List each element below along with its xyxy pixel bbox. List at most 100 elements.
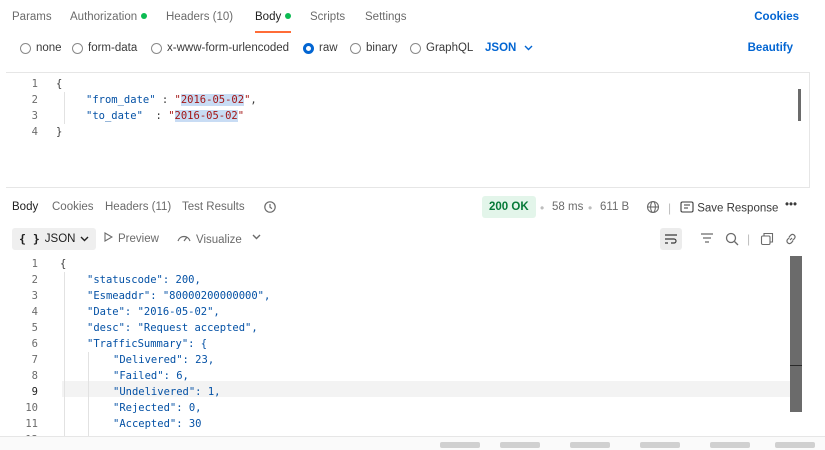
line-number: 4: [31, 306, 38, 318]
request-tabs: Params Authorization Headers (10) Body S…: [0, 0, 825, 36]
code-text: "Delivered": 23,: [113, 354, 215, 366]
play-icon: [104, 232, 114, 245]
language-select-value: JSON: [485, 42, 517, 54]
cookies-link[interactable]: Cookies: [754, 11, 799, 23]
radio-circle: [20, 42, 31, 54]
radio-binary-label: binary: [366, 42, 398, 54]
json-separator: :: [155, 94, 175, 106]
radio-urlencoded[interactable]: x-www-form-urlencoded: [151, 42, 289, 54]
radio-binary[interactable]: binary: [350, 42, 397, 54]
body-indicator-dot: [285, 13, 292, 19]
radio-graphql[interactable]: GraphQL: [410, 42, 473, 54]
line-number: 5: [31, 322, 38, 334]
radio-raw-label: raw: [319, 42, 338, 54]
json-quote: ": [237, 110, 245, 122]
line-number: 2: [31, 274, 38, 286]
line-number: 2: [31, 94, 38, 106]
more-options-icon[interactable]: •••: [785, 199, 797, 211]
line-number: 10: [25, 402, 38, 414]
globe-icon[interactable]: [646, 200, 660, 217]
line-number: 1: [31, 78, 38, 90]
copy-icon[interactable]: [760, 232, 774, 246]
search-icon[interactable]: [725, 232, 739, 246]
response-tab-test-results[interactable]: Test Results: [182, 201, 245, 213]
json-quote: ": [168, 110, 175, 122]
status-bar-item[interactable]: [570, 442, 610, 448]
braces-icon: { }: [19, 232, 40, 246]
visualize-icon: [177, 232, 191, 247]
preview-button[interactable]: Preview: [104, 232, 159, 245]
response-time[interactable]: 58 ms: [552, 201, 583, 213]
tab-authorization[interactable]: Authorization: [70, 11, 148, 23]
line-number: 1: [31, 258, 38, 270]
radio-form-data-label: form-data: [88, 42, 138, 54]
code-text: "desc": "Request accepted",: [87, 322, 258, 334]
radio-circle: [72, 42, 83, 54]
status-bar-item[interactable]: [500, 442, 540, 448]
tab-settings[interactable]: Settings: [365, 11, 407, 23]
line-number: 3: [31, 110, 38, 122]
code-text: "statuscode": 200,: [87, 274, 201, 286]
indent-guide: [64, 272, 65, 436]
status-bar-item[interactable]: [710, 442, 750, 448]
body-type-selector: none form-data x-www-form-urlencoded raw…: [0, 36, 825, 64]
visualize-menu-chevron-icon[interactable]: [252, 234, 261, 240]
json-key: "from_date": [86, 94, 156, 106]
radio-raw[interactable]: raw: [303, 42, 338, 54]
beautify-button[interactable]: Beautify: [748, 42, 793, 54]
response-tab-cookies[interactable]: Cookies: [52, 201, 94, 213]
code-text: "from_date" : "2016-05-02",: [86, 92, 257, 108]
radio-circle: [410, 42, 421, 54]
tab-headers[interactable]: Headers (10): [166, 11, 233, 23]
response-size[interactable]: 611 B: [600, 201, 629, 213]
authorization-indicator-dot: [141, 13, 148, 19]
code-text: "to_date" : "2016-05-02": [86, 108, 244, 124]
code-text: "Rejected": 0,: [113, 402, 202, 414]
code-text: "Esmeaddr": "80000200000000",: [87, 290, 271, 302]
tab-params[interactable]: Params: [12, 11, 52, 23]
line-number: 3: [31, 290, 38, 302]
line-number: 6: [31, 338, 38, 350]
tab-scripts[interactable]: Scripts: [310, 11, 345, 23]
request-body-editor[interactable]: 1{ 2 "from_date" : "2016-05-02", 3 "to_dat…: [6, 72, 810, 188]
save-icon: [680, 201, 694, 216]
radio-none[interactable]: none: [20, 42, 62, 54]
editor-scrollbar[interactable]: [798, 89, 801, 121]
response-body-viewer[interactable]: 1 { 2 "statuscode": 200, 3 "Esmeaddr": "800…: [6, 256, 790, 436]
preview-label: Preview: [118, 232, 159, 245]
response-tab-body[interactable]: Body: [12, 201, 38, 213]
wrap-lines-icon[interactable]: [660, 228, 682, 250]
history-icon[interactable]: [263, 200, 277, 217]
line-number: 4: [31, 126, 38, 138]
radio-urlencoded-label: x-www-form-urlencoded: [167, 42, 290, 54]
chevron-down-icon: [524, 42, 533, 54]
filter-icon[interactable]: [700, 232, 714, 244]
code-text: "Undelivered": 1,: [113, 386, 221, 398]
line-number: 9: [31, 386, 38, 398]
visualize-button[interactable]: Visualize: [177, 232, 242, 247]
response-scrollbar[interactable]: [790, 256, 802, 412]
radio-circle-checked: [303, 42, 314, 54]
json-quote: ": [174, 94, 181, 106]
status-bar-item[interactable]: [775, 442, 815, 448]
status-bar-item[interactable]: [440, 442, 480, 448]
code-text: {: [60, 258, 67, 270]
format-select[interactable]: { } JSON: [12, 228, 97, 250]
response-tab-headers[interactable]: Headers (11): [105, 201, 171, 213]
response-tabs: Body Cookies Headers (11) Test Results 2…: [0, 196, 825, 220]
link-icon[interactable]: [784, 232, 798, 246]
format-select-value: JSON: [44, 233, 76, 245]
radio-form-data[interactable]: form-data: [72, 42, 137, 54]
status-badge[interactable]: 200 OK: [482, 196, 536, 218]
response-toolbar: { } JSON Preview Visualize |: [0, 228, 825, 252]
line-number: 11: [25, 418, 38, 430]
chevron-down-icon: [80, 233, 89, 245]
radio-none-label: none: [36, 42, 62, 54]
language-select[interactable]: JSON: [485, 42, 533, 54]
code-text: "Accepted": 30: [113, 418, 202, 430]
separator-bar: |: [668, 201, 672, 215]
status-bar-item[interactable]: [640, 442, 680, 448]
save-response-button[interactable]: Save Response: [680, 201, 778, 216]
status-bar: [0, 436, 825, 450]
tab-body[interactable]: Body: [255, 11, 292, 33]
